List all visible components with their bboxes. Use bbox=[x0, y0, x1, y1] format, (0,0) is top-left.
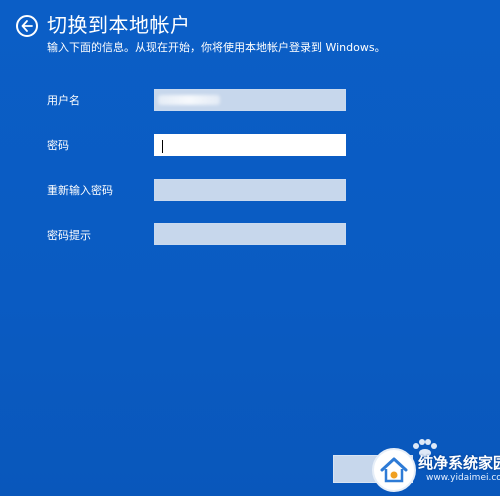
password-hint-field[interactable] bbox=[154, 223, 346, 245]
watermark: 纯净系统家园 www.yidaimei.com bbox=[366, 438, 500, 496]
password-label: 密码 bbox=[47, 139, 69, 152]
page-title: 切换到本地帐户 bbox=[47, 13, 191, 37]
password-hint-label: 密码提示 bbox=[47, 229, 91, 242]
back-button[interactable] bbox=[16, 15, 38, 37]
house-logo-icon bbox=[380, 457, 408, 483]
page-subtitle: 输入下面的信息。从现在开始，你将使用本地帐户登录到 Windows。 bbox=[47, 41, 386, 54]
username-label: 用户名 bbox=[47, 94, 80, 107]
watermark-brand: 纯净系统家园 bbox=[418, 454, 500, 472]
text-caret bbox=[162, 140, 163, 153]
reenter-password-field[interactable] bbox=[154, 179, 346, 201]
blurred-username-value bbox=[158, 95, 220, 105]
password-field[interactable] bbox=[154, 134, 346, 156]
local-account-setup-screen: 切换到本地帐户 输入下面的信息。从现在开始，你将使用本地帐户登录到 Window… bbox=[0, 0, 500, 496]
watermark-url: www.yidaimei.com bbox=[426, 473, 500, 483]
reenter-password-label: 重新输入密码 bbox=[47, 184, 113, 197]
back-arrow-icon bbox=[21, 20, 33, 32]
brand-logo bbox=[372, 448, 416, 492]
